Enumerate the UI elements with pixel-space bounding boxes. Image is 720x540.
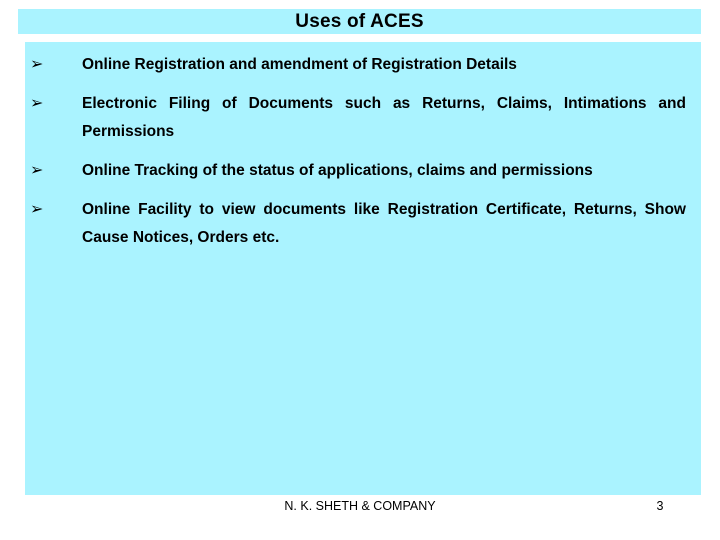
list-item: ➢ Online Registration and amendment of R… — [25, 51, 701, 79]
footer-page-number: 3 — [656, 499, 664, 513]
list-item: ➢ Electronic Filing of Documents such as… — [25, 90, 701, 146]
arrowhead-bullet-icon: ➢ — [30, 199, 44, 218]
list-item: ➢ Online Tracking of the status of appli… — [25, 157, 701, 185]
slide-footer: N. K. SHETH & COMPANY 3 — [0, 496, 720, 520]
arrowhead-bullet-icon: ➢ — [30, 54, 44, 73]
slide-body-panel: ➢ Online Registration and amendment of R… — [25, 42, 701, 495]
list-item-text: Online Registration and amendment of Reg… — [82, 56, 517, 73]
arrowhead-bullet-icon: ➢ — [30, 160, 44, 179]
list-item-text: Online Facility to view documents like R… — [82, 201, 686, 246]
arrowhead-bullet-icon: ➢ — [30, 93, 44, 112]
page-title: Uses of ACES — [295, 11, 424, 32]
list-item-text: Online Tracking of the status of applica… — [82, 162, 593, 179]
bullet-list: ➢ Online Registration and amendment of R… — [25, 42, 701, 252]
slide-title-band: Uses of ACES — [18, 9, 701, 34]
list-item: ➢ Online Facility to view documents like… — [25, 196, 701, 252]
slide: Uses of ACES ➢ Online Registration and a… — [0, 0, 720, 540]
list-item-text: Electronic Filing of Documents such as R… — [82, 95, 686, 140]
footer-company-name: N. K. SHETH & COMPANY — [284, 499, 436, 513]
